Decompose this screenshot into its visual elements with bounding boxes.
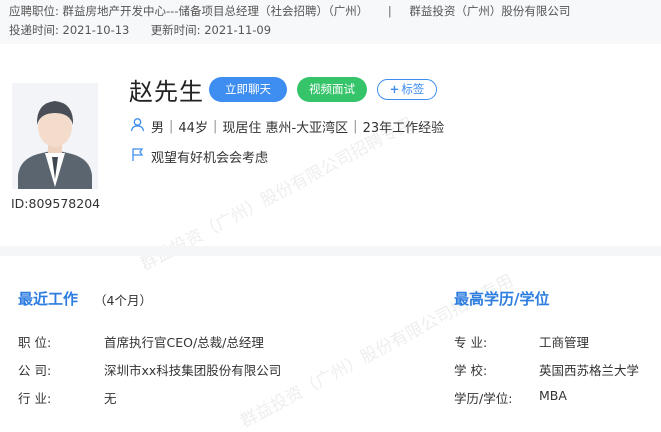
recent-work-title: 最近工作 — [18, 290, 79, 308]
residence: 现居住 惠州-大亚湾区 — [222, 121, 349, 136]
separator: | — [387, 4, 392, 18]
basic-info-row: 男 | 44岁 | 现居住 惠州-大亚湾区 | 23年工作经验 — [130, 117, 444, 136]
video-interview-button[interactable]: 视频面试 — [297, 77, 367, 102]
add-tag-button[interactable]: + 标签 — [377, 79, 437, 100]
school-label: 学 校: — [454, 363, 488, 378]
gender: 男 — [151, 121, 165, 136]
education-title: 最高学历/学位 — [454, 290, 550, 308]
section-divider — [0, 246, 661, 256]
updated-time-value: 2021-11-09 — [204, 23, 272, 37]
delivered-time-label: 投递时间: — [9, 23, 59, 37]
company-value: 深圳市xx科技集团股份有限公司 — [104, 363, 282, 378]
candidate-id: ID:809578204 — [11, 196, 101, 211]
company-name: 群益投资（广州）股份有限公司 — [409, 4, 571, 18]
person-icon — [130, 117, 145, 136]
degree-value: MBA — [539, 388, 567, 403]
time-line: 投递时间: 2021-10-13 更新时间: 2021-11-09 — [9, 22, 271, 38]
industry-label: 行 业: — [18, 391, 52, 406]
job-status-row: 观望有好机会会考虑 — [130, 147, 268, 166]
updated-time-label: 更新时间: — [150, 23, 201, 37]
recent-work-duration: （4个月） — [94, 293, 152, 308]
application-info-bar: 应聘职位: 群益房地产开发中心---储备项目总经理（社会招聘）（广州） | 群益… — [0, 0, 661, 44]
position-label: 职 位: — [18, 335, 52, 350]
company-label: 公 司: — [18, 363, 52, 378]
candidate-name: 赵先生 — [129, 78, 204, 106]
major-label: 专 业: — [454, 335, 488, 350]
avatar — [12, 83, 98, 189]
plus-icon: + — [389, 82, 400, 96]
person-avatar-icon — [12, 83, 98, 189]
age: 44岁 — [178, 121, 208, 136]
job-status: 观望有好机会会考虑 — [151, 151, 269, 166]
chat-now-button[interactable]: 立即聊天 — [209, 77, 287, 102]
applied-position-label: 应聘职位: — [9, 4, 59, 18]
add-tag-label: 标签 — [401, 82, 425, 96]
industry-value: 无 — [104, 391, 117, 406]
school-value: 英国西苏格兰大学 — [539, 363, 640, 378]
work-experience: 23年工作经验 — [362, 121, 445, 136]
degree-label: 学历/学位: — [454, 391, 513, 406]
applied-position-value: 群益房地产开发中心---储备项目总经理（社会招聘）（广州） — [62, 4, 369, 18]
position-value: 首席执行官CEO/总裁/总经理 — [104, 335, 264, 350]
flag-icon — [130, 147, 145, 166]
application-line: 应聘职位: 群益房地产开发中心---储备项目总经理（社会招聘）（广州） | 群益… — [9, 3, 570, 19]
delivered-time-value: 2021-10-13 — [62, 23, 130, 37]
major-value: 工商管理 — [539, 335, 590, 350]
